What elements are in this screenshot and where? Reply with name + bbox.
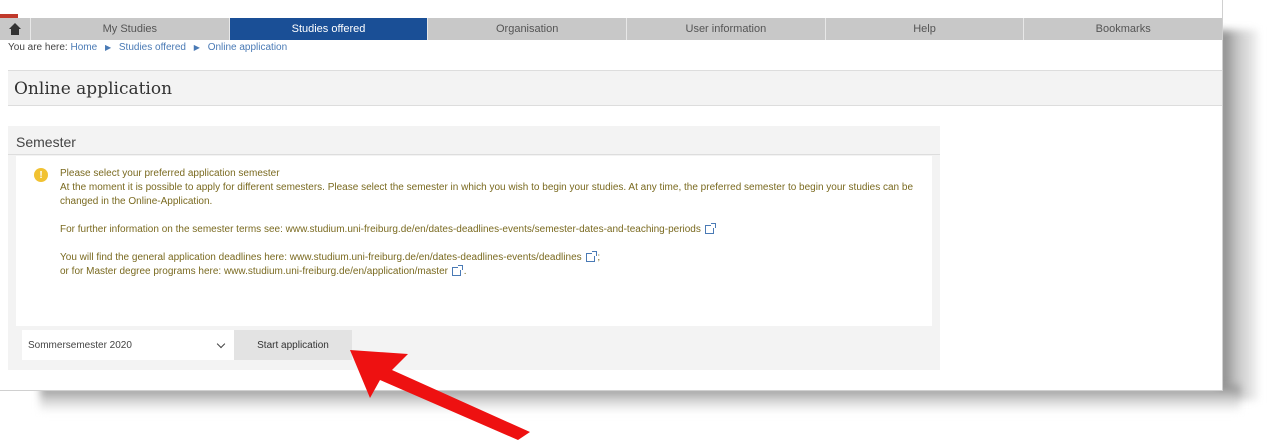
- browser-window: My Studies Studies offered Organisation …: [0, 0, 1223, 391]
- breadcrumb-studies-offered[interactable]: Studies offered: [119, 42, 186, 53]
- semester-select-value: Sommersemester 2020: [28, 339, 132, 351]
- external-link-icon: [704, 222, 716, 234]
- page-title: Online application: [14, 79, 173, 99]
- window-shadow-right: [1218, 30, 1258, 400]
- info-paragraph-link: or for Master degree programs here: www.…: [60, 264, 467, 277]
- home-button[interactable]: [0, 18, 30, 40]
- home-icon: [9, 23, 21, 35]
- info-icon: !: [34, 168, 48, 182]
- external-link-icon: [451, 264, 463, 276]
- semester-select[interactable]: Sommersemester 2020: [22, 330, 234, 360]
- top-navigation: My Studies Studies offered Organisation …: [0, 18, 1222, 40]
- info-text: Please select your preferred application…: [60, 167, 920, 279]
- semester-section: Semester ! Please select your preferred …: [8, 126, 940, 370]
- info-paragraph-link: For further information on the semester …: [60, 222, 920, 237]
- info-box: ! Please select your preferred applicati…: [16, 156, 932, 326]
- tab-bookmarks[interactable]: Bookmarks: [1023, 18, 1222, 40]
- tab-studies-offered[interactable]: Studies offered: [228, 18, 428, 40]
- breadcrumb-online-application[interactable]: Online application: [208, 42, 288, 53]
- tab-my-studies[interactable]: My Studies: [30, 18, 229, 40]
- master-link[interactable]: or for Master degree programs here: www.…: [60, 266, 448, 277]
- breadcrumb-separator: ▶: [104, 43, 112, 52]
- breadcrumb-prefix: You are here:: [8, 42, 68, 53]
- tab-organisation[interactable]: Organisation: [427, 18, 626, 40]
- info-paragraph: At the moment it is possible to apply fo…: [60, 182, 914, 207]
- section-title: Semester: [16, 134, 76, 150]
- breadcrumb-home[interactable]: Home: [70, 42, 97, 53]
- page-title-bar: Online application: [8, 70, 1222, 106]
- tab-user-information[interactable]: User information: [626, 18, 825, 40]
- semester-terms-link[interactable]: For further information on the semester …: [60, 224, 701, 235]
- breadcrumb-separator: ▶: [193, 43, 200, 52]
- red-arrow-annotation: [350, 350, 530, 440]
- external-link-icon: [585, 250, 597, 262]
- tab-help[interactable]: Help: [824, 18, 1024, 40]
- breadcrumb: You are here: Home ▶ Studies offered ▶ O…: [8, 42, 287, 53]
- deadlines-link[interactable]: You will find the general application de…: [60, 252, 582, 263]
- application-controls: Sommersemester 2020 Start application: [22, 330, 352, 360]
- chevron-down-icon: [216, 339, 226, 349]
- info-paragraph-link: You will find the general application de…: [60, 250, 601, 263]
- info-heading: Please select your preferred application…: [60, 168, 280, 179]
- section-divider: [8, 154, 940, 155]
